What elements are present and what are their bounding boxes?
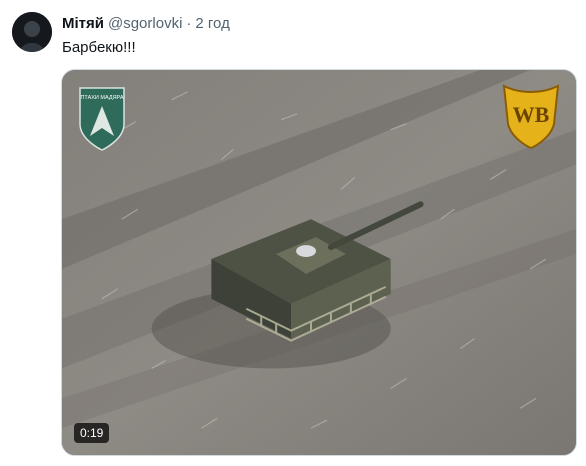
tweet[interactable]: Мітяй @sgorlovki · 2 год Барбекю!!! ПТАХ… (0, 0, 586, 466)
video-duration: 0:19 (74, 423, 110, 443)
wb-shield-icon: WB (502, 84, 560, 150)
author-name[interactable]: Мітяй (62, 14, 104, 34)
avatar[interactable] (12, 12, 52, 52)
separator-dot: · (186, 15, 192, 32)
tweet-text: Барбекю!!! (62, 39, 136, 56)
timestamp[interactable]: 2 год (195, 14, 229, 34)
logo-left-text: ПТАХИ МАДЯРА (80, 95, 123, 101)
logo-right-text: WB (513, 102, 550, 127)
author-handle[interactable]: @sgorlovki (108, 14, 182, 34)
video-player[interactable]: ПТАХИ МАДЯРА WB 0:19 (61, 69, 577, 456)
tweet-header: Мітяй @sgorlovki · 2 год (62, 14, 574, 34)
avatar-image (12, 12, 52, 52)
shield-emblem-icon: ПТАХИ МАДЯРА (79, 87, 125, 151)
